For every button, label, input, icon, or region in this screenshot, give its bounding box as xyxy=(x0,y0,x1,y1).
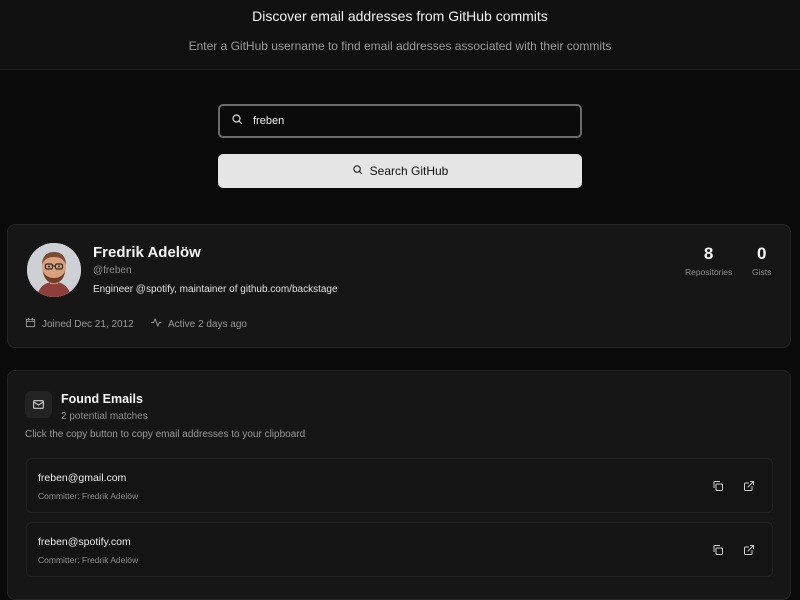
search-field[interactable] xyxy=(218,104,582,138)
calendar-icon xyxy=(25,317,42,331)
email-committer: Committer: Fredrik Adelöw xyxy=(38,491,139,501)
email-address: freben@spotify.com xyxy=(38,536,131,548)
copy-icon[interactable] xyxy=(712,543,724,555)
profile-card: Fredrik Adelöw @freben Engineer @spotify… xyxy=(7,224,791,348)
search-icon xyxy=(231,112,243,130)
found-emails-title: Found Emails xyxy=(61,392,143,406)
page-header: Discover email addresses from GitHub com… xyxy=(0,0,800,70)
search-github-button[interactable]: Search GitHub xyxy=(218,154,582,188)
search-button-label: Search GitHub xyxy=(369,164,449,178)
active-text: Active 2 days ago xyxy=(168,318,247,330)
profile-handle: @freben xyxy=(93,265,132,276)
gists-label: Gists xyxy=(752,267,772,277)
gists-count: 0 xyxy=(756,244,767,263)
gists-stat: 0 Gists xyxy=(752,244,771,277)
email-committer: Committer: Fredrik Adelöw xyxy=(38,555,139,565)
external-link-icon[interactable] xyxy=(743,543,755,555)
email-row: freben@spotify.com Committer: Fredrik Ad… xyxy=(26,522,773,577)
copy-hint: Click the copy button to copy email addr… xyxy=(25,429,306,440)
profile-name: Fredrik Adelöw xyxy=(93,244,201,261)
profile-bio: Engineer @spotify, maintainer of github.… xyxy=(93,284,338,295)
mail-icon xyxy=(25,391,52,418)
avatar xyxy=(27,243,81,297)
repositories-label: Repositories xyxy=(685,267,733,277)
matches-count: 2 potential matches xyxy=(61,411,148,422)
email-address: freben@gmail.com xyxy=(38,472,127,484)
found-emails-card: Found Emails 2 potential matches Click t… xyxy=(7,370,791,600)
activity-icon xyxy=(151,317,168,331)
joined-date: Joined Dec 21, 2012 xyxy=(25,317,134,331)
repositories-stat: 8 Repositories xyxy=(685,244,732,277)
repositories-count: 8 xyxy=(703,244,714,263)
page-subtitle: Enter a GitHub username to find email ad… xyxy=(188,39,612,53)
joined-text: Joined Dec 21, 2012 xyxy=(42,318,134,330)
search-form: Search GitHub xyxy=(218,104,582,188)
copy-icon[interactable] xyxy=(712,479,724,491)
email-row: freben@gmail.com Committer: Fredrik Adel… xyxy=(26,458,773,513)
last-active: Active 2 days ago xyxy=(151,317,247,331)
username-input[interactable] xyxy=(253,115,580,127)
search-icon xyxy=(352,164,370,178)
page-title: Discover email addresses from GitHub com… xyxy=(252,8,548,24)
external-link-icon[interactable] xyxy=(743,479,755,491)
